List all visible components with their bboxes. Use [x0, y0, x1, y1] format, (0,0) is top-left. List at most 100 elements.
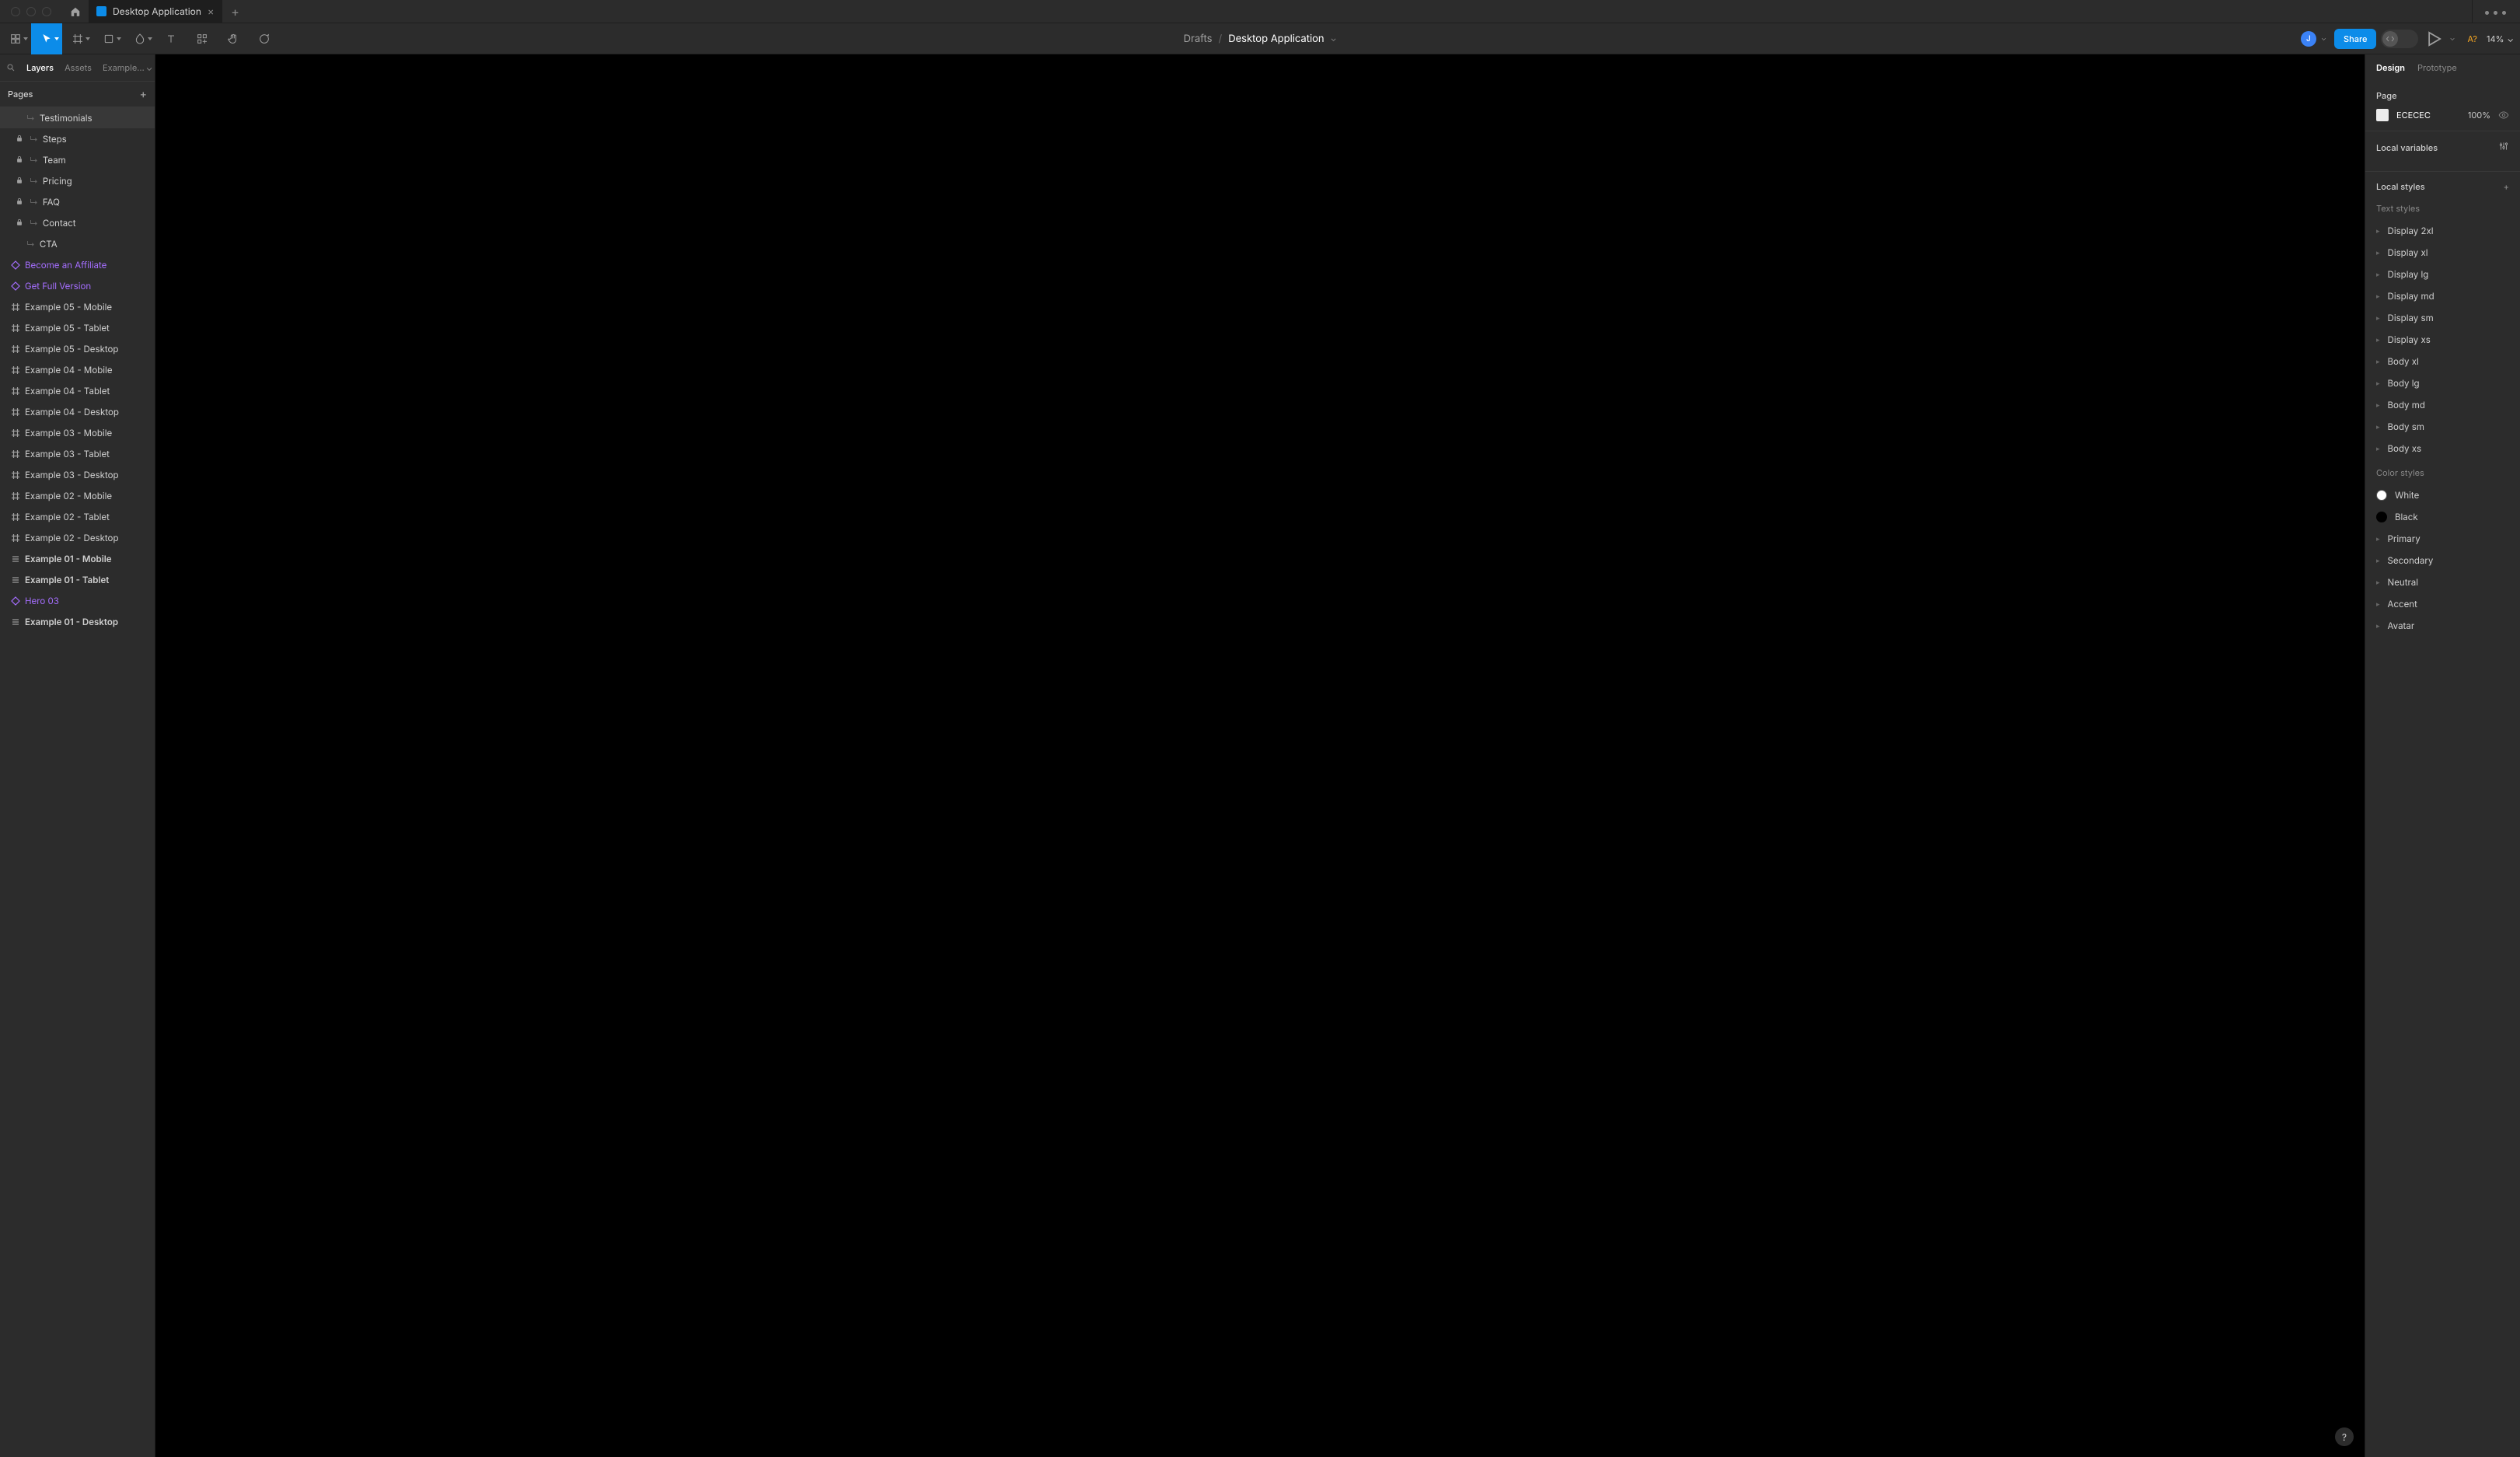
move-tool[interactable]: [31, 23, 62, 54]
color-style-row[interactable]: ▸Secondary: [2365, 550, 2520, 571]
canvas[interactable]: ?: [155, 54, 2365, 1457]
layer-row[interactable]: Example 05 - Desktop: [0, 338, 155, 359]
layer-row[interactable]: ↳FAQ: [0, 191, 155, 212]
layer-row[interactable]: Become an Affiliate: [0, 254, 155, 275]
variables-settings-icon[interactable]: [2498, 141, 2509, 154]
page-selector[interactable]: Example… ⌄: [103, 62, 152, 73]
new-tab-button[interactable]: +: [222, 4, 249, 19]
prototype-tab[interactable]: Prototype: [2417, 62, 2457, 73]
color-style-row[interactable]: Black: [2365, 506, 2520, 528]
layer-name: Example 02 - Desktop: [25, 533, 119, 543]
layer-row[interactable]: ↳Contact: [0, 212, 155, 233]
search-icon[interactable]: [6, 63, 16, 72]
layer-name: Example 03 - Desktop: [25, 470, 119, 480]
layer-row[interactable]: ↳CTA: [0, 233, 155, 254]
visibility-icon[interactable]: [2498, 110, 2509, 121]
comment-tool[interactable]: [249, 23, 280, 54]
layer-row[interactable]: Hero 03: [0, 590, 155, 611]
breadcrumb[interactable]: Drafts / Desktop Application ⌄: [1184, 33, 1337, 45]
layer-row[interactable]: Get Full Version: [0, 275, 155, 296]
avatar[interactable]: J: [2301, 31, 2316, 47]
chevron-right-icon: ▸: [2376, 622, 2380, 631]
chevron-right-icon: ▸: [2376, 423, 2380, 432]
text-style-name: Display 2xl: [2388, 225, 2434, 236]
chevron-down-icon[interactable]: ⌄: [2321, 34, 2326, 43]
file-tab[interactable]: Desktop Application ×: [89, 0, 222, 23]
frame-icon: [11, 344, 20, 354]
local-styles-section: Local styles +: [2365, 172, 2520, 203]
layer-row[interactable]: Example 01 - Tablet: [0, 569, 155, 590]
close-tab-button[interactable]: ×: [208, 5, 215, 18]
layer-row[interactable]: ↳Steps: [0, 128, 155, 149]
page-background-hex[interactable]: ECECEC: [2396, 110, 2431, 121]
window-controls[interactable]: [0, 7, 62, 16]
text-style-row[interactable]: ▸Display 2xl: [2365, 220, 2520, 242]
code-icon: [2382, 31, 2398, 47]
shape-tool[interactable]: [93, 23, 124, 54]
layer-row[interactable]: Example 02 - Desktop: [0, 527, 155, 548]
text-style-row[interactable]: ▸Body xs: [2365, 438, 2520, 459]
layer-row[interactable]: ↳Team: [0, 149, 155, 170]
zoom-control[interactable]: 14% ⌄: [2487, 33, 2514, 44]
page-background-opacity[interactable]: 100%: [2468, 110, 2490, 121]
chevron-down-icon[interactable]: ⌄: [2449, 34, 2455, 43]
layer-row[interactable]: Example 03 - Mobile: [0, 422, 155, 443]
resources-tool[interactable]: [187, 23, 218, 54]
local-variables-label: Local variables: [2376, 142, 2438, 153]
text-style-row[interactable]: ▸Display lg: [2365, 264, 2520, 285]
add-style-button[interactable]: +: [2504, 181, 2509, 192]
text-style-row[interactable]: ▸Body lg: [2365, 372, 2520, 394]
chevron-right-icon: ▸: [2376, 401, 2380, 410]
layer-row[interactable]: Example 02 - Tablet: [0, 506, 155, 527]
pages-header[interactable]: Pages +: [0, 81, 155, 107]
home-button[interactable]: [62, 0, 89, 23]
layer-name: Example 04 - Tablet: [25, 386, 110, 397]
page-background-swatch[interactable]: [2376, 109, 2389, 121]
design-tab[interactable]: Design: [2376, 62, 2405, 73]
layer-row[interactable]: Example 01 - Mobile: [0, 548, 155, 569]
layer-row[interactable]: Example 05 - Mobile: [0, 296, 155, 317]
layer-row[interactable]: ↳Pricing: [0, 170, 155, 191]
text-style-row[interactable]: ▸Display xl: [2365, 242, 2520, 264]
color-style-row[interactable]: ▸Accent: [2365, 593, 2520, 615]
share-button[interactable]: Share: [2334, 29, 2376, 49]
layer-row[interactable]: ↳Testimonials: [0, 107, 155, 128]
layer-row[interactable]: Example 03 - Desktop: [0, 464, 155, 485]
text-style-name: Body md: [2388, 400, 2425, 411]
layer-row[interactable]: Example 04 - Tablet: [0, 380, 155, 401]
add-page-button[interactable]: +: [140, 88, 147, 101]
color-style-row[interactable]: White: [2365, 484, 2520, 506]
text-style-row[interactable]: ▸Display sm: [2365, 307, 2520, 329]
text-style-row[interactable]: ▸Display md: [2365, 285, 2520, 307]
layers-tab[interactable]: Layers: [26, 62, 54, 73]
hand-tool[interactable]: [218, 23, 249, 54]
window-menu[interactable]: •••: [2472, 0, 2520, 23]
layer-row[interactable]: Example 04 - Mobile: [0, 359, 155, 380]
text-style-row[interactable]: ▸Display xs: [2365, 329, 2520, 351]
text-style-row[interactable]: ▸Body xl: [2365, 351, 2520, 372]
layer-row[interactable]: Example 01 - Desktop: [0, 611, 155, 632]
color-style-row[interactable]: ▸Avatar: [2365, 615, 2520, 637]
layer-row[interactable]: Example 03 - Tablet: [0, 443, 155, 464]
breadcrumb-parent[interactable]: Drafts: [1184, 33, 1213, 45]
breadcrumb-current[interactable]: Desktop Application: [1228, 33, 1324, 45]
frame-tool[interactable]: [62, 23, 93, 54]
dev-mode-toggle[interactable]: [2381, 30, 2418, 48]
main-menu-button[interactable]: [0, 23, 31, 54]
assets-tab[interactable]: Assets: [65, 62, 92, 73]
layer-row[interactable]: Example 04 - Desktop: [0, 401, 155, 422]
color-style-row[interactable]: ▸Neutral: [2365, 571, 2520, 593]
text-style-row[interactable]: ▸ Body md: [2365, 394, 2520, 416]
layer-row[interactable]: Example 02 - Mobile: [0, 485, 155, 506]
pen-tool[interactable]: [124, 23, 155, 54]
help-button[interactable]: ?: [2335, 1427, 2354, 1446]
present-button[interactable]: [2423, 28, 2445, 50]
layer-name: Example 05 - Tablet: [25, 323, 110, 334]
missing-fonts-badge[interactable]: A?: [2467, 33, 2477, 44]
text-tool[interactable]: [155, 23, 187, 54]
color-style-row[interactable]: ▸Primary: [2365, 528, 2520, 550]
chevron-down-icon[interactable]: ⌄: [1331, 34, 1337, 44]
chevron-right-icon: ▸: [2376, 292, 2380, 301]
text-style-row[interactable]: ▸Body sm: [2365, 416, 2520, 438]
layer-row[interactable]: Example 05 - Tablet: [0, 317, 155, 338]
